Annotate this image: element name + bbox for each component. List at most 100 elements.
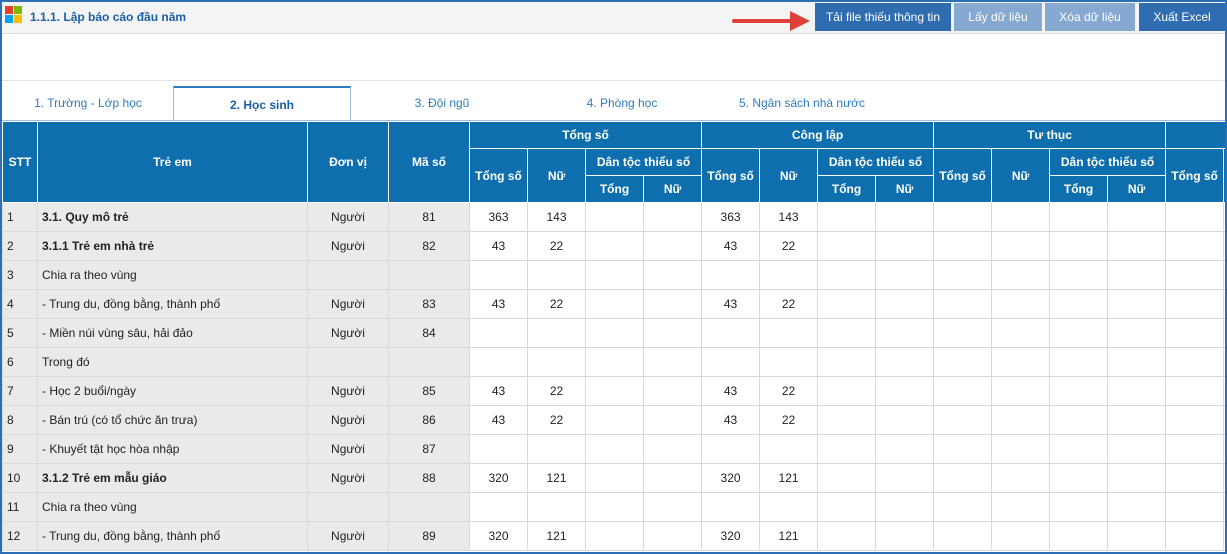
- cell-cl-dt-nu[interactable]: [875, 492, 935, 522]
- delete-data-button[interactable]: Xóa dữ liệu: [1045, 3, 1135, 31]
- cell-tt-dt-nu[interactable]: [1107, 405, 1167, 435]
- cell-tt-dt-nu[interactable]: [1107, 231, 1167, 261]
- tab-doi-ngu[interactable]: 3. Đội ngũ: [352, 86, 532, 121]
- cell-next-extra[interactable]: [1223, 289, 1225, 319]
- cell-cl-tong-so[interactable]: 43: [701, 289, 761, 319]
- cell-cl-nu[interactable]: 121: [759, 521, 819, 551]
- cell-next-extra[interactable]: [1223, 492, 1225, 522]
- cell-ts-dt-nu[interactable]: [642, 376, 703, 406]
- cell-next-extra[interactable]: [1223, 202, 1225, 232]
- cell-tt-dt-nu[interactable]: [1107, 260, 1167, 290]
- cell-ts-nu[interactable]: 121: [527, 463, 586, 493]
- cell-next-tong-so[interactable]: [1165, 434, 1225, 464]
- cell-tt-tong-so[interactable]: [933, 260, 993, 290]
- cell-cl-dt-tong[interactable]: [817, 202, 877, 232]
- cell-tt-tong-so[interactable]: [933, 202, 993, 232]
- cell-tt-tong-so[interactable]: [933, 463, 993, 493]
- cell-next-tong-so[interactable]: [1165, 289, 1225, 319]
- cell-tt-dt-tong[interactable]: [1049, 347, 1109, 377]
- cell-ts-tong-so[interactable]: [469, 347, 528, 377]
- cell-cl-dt-nu[interactable]: [875, 463, 935, 493]
- cell-next-tong-so[interactable]: [1165, 463, 1225, 493]
- cell-tt-dt-tong[interactable]: [1049, 463, 1109, 493]
- cell-ts-dt-nu[interactable]: [642, 347, 703, 377]
- cell-tt-dt-tong[interactable]: [1049, 434, 1109, 464]
- cell-ts-dt-tong[interactable]: [585, 492, 644, 522]
- cell-ts-tong-so[interactable]: 43: [469, 289, 528, 319]
- cell-ts-dt-tong[interactable]: [585, 231, 644, 261]
- cell-ts-nu[interactable]: [527, 347, 586, 377]
- cell-tt-nu[interactable]: [991, 434, 1051, 464]
- cell-ts-tong-so[interactable]: [469, 492, 528, 522]
- cell-tt-dt-nu[interactable]: [1107, 434, 1167, 464]
- cell-cl-tong-so[interactable]: 43: [701, 231, 761, 261]
- cell-ts-dt-tong[interactable]: [585, 463, 644, 493]
- cell-tt-tong-so[interactable]: [933, 434, 993, 464]
- cell-cl-dt-nu[interactable]: [875, 347, 935, 377]
- cell-tt-nu[interactable]: [991, 318, 1051, 348]
- cell-ts-tong-so[interactable]: 43: [469, 405, 528, 435]
- cell-next-tong-so[interactable]: [1165, 318, 1225, 348]
- cell-tt-nu[interactable]: [991, 347, 1051, 377]
- cell-ts-dt-nu[interactable]: [642, 463, 703, 493]
- cell-cl-nu[interactable]: 143: [759, 202, 819, 232]
- cell-tt-nu[interactable]: [991, 231, 1051, 261]
- cell-next-extra[interactable]: [1223, 260, 1225, 290]
- cell-cl-tong-so[interactable]: [701, 347, 761, 377]
- cell-ts-tong-so[interactable]: 363: [469, 202, 528, 232]
- cell-ts-nu[interactable]: 22: [527, 405, 586, 435]
- cell-cl-dt-nu[interactable]: [875, 202, 935, 232]
- cell-cl-nu[interactable]: 22: [759, 231, 819, 261]
- cell-tt-tong-so[interactable]: [933, 231, 993, 261]
- cell-ts-tong-so[interactable]: 320: [469, 521, 528, 551]
- cell-ts-nu[interactable]: 121: [527, 521, 586, 551]
- cell-tt-nu[interactable]: [991, 376, 1051, 406]
- cell-ts-nu[interactable]: 22: [527, 289, 586, 319]
- cell-tt-dt-tong[interactable]: [1049, 318, 1109, 348]
- cell-ts-dt-tong[interactable]: [585, 289, 644, 319]
- cell-cl-dt-tong[interactable]: [817, 521, 877, 551]
- cell-ts-nu[interactable]: [527, 260, 586, 290]
- cell-tt-nu[interactable]: [991, 463, 1051, 493]
- cell-next-extra[interactable]: [1223, 347, 1225, 377]
- cell-tt-tong-so[interactable]: [933, 347, 993, 377]
- data-grid-container[interactable]: STT Trẻ em Đơn vị Mã số Tổng số Công lập…: [2, 121, 1225, 552]
- cell-tt-dt-nu[interactable]: [1107, 463, 1167, 493]
- cell-next-tong-so[interactable]: [1165, 231, 1225, 261]
- cell-ts-dt-tong[interactable]: [585, 260, 644, 290]
- cell-ts-dt-tong[interactable]: [585, 347, 644, 377]
- cell-next-tong-so[interactable]: [1165, 376, 1225, 406]
- cell-next-extra[interactable]: [1223, 463, 1225, 493]
- cell-ts-tong-so[interactable]: 320: [469, 463, 528, 493]
- cell-next-tong-so[interactable]: [1165, 347, 1225, 377]
- cell-tt-dt-nu[interactable]: [1107, 202, 1167, 232]
- cell-cl-tong-so[interactable]: 363: [701, 202, 761, 232]
- cell-cl-tong-so[interactable]: 43: [701, 405, 761, 435]
- cell-ts-tong-so[interactable]: 43: [469, 376, 528, 406]
- cell-cl-dt-tong[interactable]: [817, 289, 877, 319]
- cell-ts-dt-tong[interactable]: [585, 376, 644, 406]
- cell-cl-dt-tong[interactable]: [817, 463, 877, 493]
- cell-ts-dt-tong[interactable]: [585, 521, 644, 551]
- cell-ts-dt-tong[interactable]: [585, 318, 644, 348]
- cell-cl-dt-nu[interactable]: [875, 405, 935, 435]
- cell-tt-tong-so[interactable]: [933, 405, 993, 435]
- cell-tt-tong-so[interactable]: [933, 318, 993, 348]
- cell-ts-dt-nu[interactable]: [642, 318, 703, 348]
- cell-ts-dt-nu[interactable]: [642, 492, 703, 522]
- cell-tt-nu[interactable]: [991, 405, 1051, 435]
- cell-cl-nu[interactable]: 22: [759, 289, 819, 319]
- cell-tt-tong-so[interactable]: [933, 492, 993, 522]
- cell-tt-nu[interactable]: [991, 202, 1051, 232]
- cell-cl-dt-nu[interactable]: [875, 289, 935, 319]
- cell-ts-dt-nu[interactable]: [642, 405, 703, 435]
- cell-tt-nu[interactable]: [991, 289, 1051, 319]
- fetch-data-button[interactable]: Lấy dữ liệu: [954, 3, 1042, 31]
- cell-next-tong-so[interactable]: [1165, 492, 1225, 522]
- cell-next-tong-so[interactable]: [1165, 521, 1225, 551]
- cell-cl-tong-so[interactable]: [701, 260, 761, 290]
- cell-ts-dt-tong[interactable]: [585, 434, 644, 464]
- cell-tt-dt-tong[interactable]: [1049, 260, 1109, 290]
- cell-cl-dt-nu[interactable]: [875, 318, 935, 348]
- cell-cl-tong-so[interactable]: 320: [701, 521, 761, 551]
